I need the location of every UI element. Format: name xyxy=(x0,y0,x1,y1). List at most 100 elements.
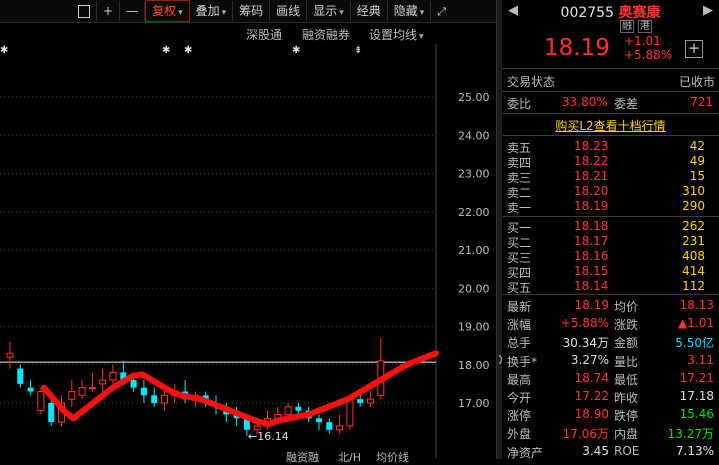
caret-down-icon: ▾ xyxy=(419,32,424,42)
sell-volume: 15 xyxy=(689,169,705,183)
sell-volume: 49 xyxy=(689,154,705,168)
y-tick-label: 22.00 xyxy=(458,206,490,219)
copy-button[interactable] xyxy=(72,1,97,21)
adjust-dropdown[interactable]: 复权 ▾ xyxy=(145,0,190,22)
caret-down-icon: ▾ xyxy=(419,8,425,18)
stat-value: 18.90 xyxy=(574,407,609,422)
sell-volume: 310 xyxy=(682,184,705,198)
candle[interactable] xyxy=(367,398,374,404)
buy-volume: 112 xyxy=(682,279,705,293)
hide-dropdown[interactable]: 隐藏 ▾ xyxy=(388,1,432,21)
candle[interactable] xyxy=(161,394,168,404)
margin-tag: 融 xyxy=(620,20,634,33)
candle[interactable] xyxy=(284,406,292,415)
stat-value: 18.13 xyxy=(679,298,714,312)
candle[interactable] xyxy=(6,352,14,358)
candle[interactable] xyxy=(78,387,86,396)
buy-price: 18.18 xyxy=(574,219,609,233)
candle[interactable] xyxy=(140,387,147,396)
buy-price: 18.16 xyxy=(574,249,609,263)
candle[interactable] xyxy=(346,398,354,427)
stat-label: 最高 xyxy=(507,372,532,387)
sell-volume: 290 xyxy=(682,199,705,213)
stat-value: 17.22 xyxy=(574,389,609,403)
sell-volume: 42 xyxy=(689,139,705,153)
kline-chart[interactable]: 25.00 24.00 23.00 22.00 21.00 20.00 19.00 18.00… xyxy=(0,44,496,459)
overlay-dropdown[interactable]: 叠加 ▾ xyxy=(190,1,234,21)
chips-button[interactable]: 筹码 xyxy=(233,1,271,21)
classic-button[interactable]: 经典 xyxy=(351,1,388,21)
candle[interactable] xyxy=(109,371,117,381)
stat-label: 涨跌 xyxy=(614,318,639,333)
candle[interactable] xyxy=(336,425,344,431)
plus-icon: + xyxy=(687,39,701,57)
buy-price: 18.14 xyxy=(574,279,609,293)
bottom-label: 北/H xyxy=(338,451,361,464)
stat-value: 17.06万 xyxy=(562,427,609,442)
stat-value: 3.27% xyxy=(570,352,609,367)
display-dropdown[interactable]: 显示 ▾ xyxy=(307,1,351,21)
y-tick-label: 18.00 xyxy=(458,359,490,372)
stat-label: 今开 xyxy=(507,391,532,405)
y-tick-label: 17.00 xyxy=(458,397,490,410)
candle[interactable] xyxy=(99,379,107,385)
stat-label: 均价 xyxy=(614,300,639,314)
stat-label: 涨停 xyxy=(507,409,532,424)
buy-price: 18.17 xyxy=(574,234,609,248)
set-ma-dropdown[interactable]: 设置均线 ▾ xyxy=(369,26,424,43)
fullscreen-icon: ⤢ xyxy=(437,5,447,18)
candle[interactable] xyxy=(295,406,302,411)
stat-value: +5.88% xyxy=(560,316,609,331)
copy-icon xyxy=(78,5,90,18)
fullscreen-button[interactable]: ⤢ xyxy=(431,1,452,21)
candle[interactable] xyxy=(17,368,24,384)
stat-value: 15.46 xyxy=(679,407,714,422)
candle[interactable] xyxy=(48,403,55,423)
candle[interactable] xyxy=(68,391,76,400)
price-change-pct: +5.88% xyxy=(624,48,673,62)
sell-price: 18.22 xyxy=(574,154,609,168)
zoom-in-button[interactable]: + xyxy=(97,1,121,21)
candle[interactable] xyxy=(37,391,45,412)
collapse-arrow-icon[interactable]: ❯ xyxy=(497,355,505,365)
candle[interactable] xyxy=(316,418,322,423)
y-tick-label: 23.00 xyxy=(458,168,490,181)
trade-status: 已收市 xyxy=(678,75,715,89)
stock-code: 002755 xyxy=(560,5,614,21)
draw-line-button[interactable]: 画线 xyxy=(270,1,308,21)
candle[interactable] xyxy=(130,380,137,388)
sell-price: 18.23 xyxy=(574,139,609,153)
buy-price: 18.15 xyxy=(574,264,609,278)
stat-label: 金额 xyxy=(614,336,639,351)
y-tick-label: 24.00 xyxy=(458,129,490,142)
candle[interactable] xyxy=(88,387,96,390)
y-tick-label: 20.00 xyxy=(458,282,490,295)
stat-value: 17.21 xyxy=(679,370,714,385)
y-tick-label: 25.00 xyxy=(458,91,490,104)
shengu-tab[interactable]: 深股通 xyxy=(246,26,282,43)
bottom-label: 融资融 xyxy=(286,451,319,464)
caret-down-icon: ▾ xyxy=(178,8,183,18)
next-stock-arrow-icon[interactable]: ▶ xyxy=(703,3,713,18)
candle[interactable] xyxy=(151,395,158,403)
caret-down-icon: ▾ xyxy=(339,8,344,18)
order-diff: 721 xyxy=(690,95,713,109)
buy-volume: 408 xyxy=(682,249,705,263)
candle[interactable] xyxy=(357,399,364,403)
stat-value: 17.18 xyxy=(679,389,714,403)
candle[interactable] xyxy=(326,422,333,430)
stat-label: 最低 xyxy=(614,372,639,387)
sell-price: 18.21 xyxy=(574,169,609,183)
caret-down-icon: ▾ xyxy=(221,8,227,18)
add-watchlist-button[interactable]: + xyxy=(685,40,703,58)
sell-level: 卖一 xyxy=(507,201,532,215)
stat-label: 跌停 xyxy=(614,409,639,424)
zoom-out-button[interactable]: — xyxy=(120,1,146,21)
stat-label: 净资产 xyxy=(507,445,544,460)
buy-l2-link[interactable]: 购买L2查看十档行情 xyxy=(555,119,665,133)
quote-panel: ◀ 002755 奥赛康 ▶ 融 港 18.19 +1.01 +5.88% + … xyxy=(502,0,719,460)
stat-label: 外盘 xyxy=(507,427,532,442)
stock-name: 奥赛康 xyxy=(618,5,661,21)
candle[interactable] xyxy=(27,387,34,392)
rongzi-tab[interactable]: 融资融券 xyxy=(302,26,350,43)
